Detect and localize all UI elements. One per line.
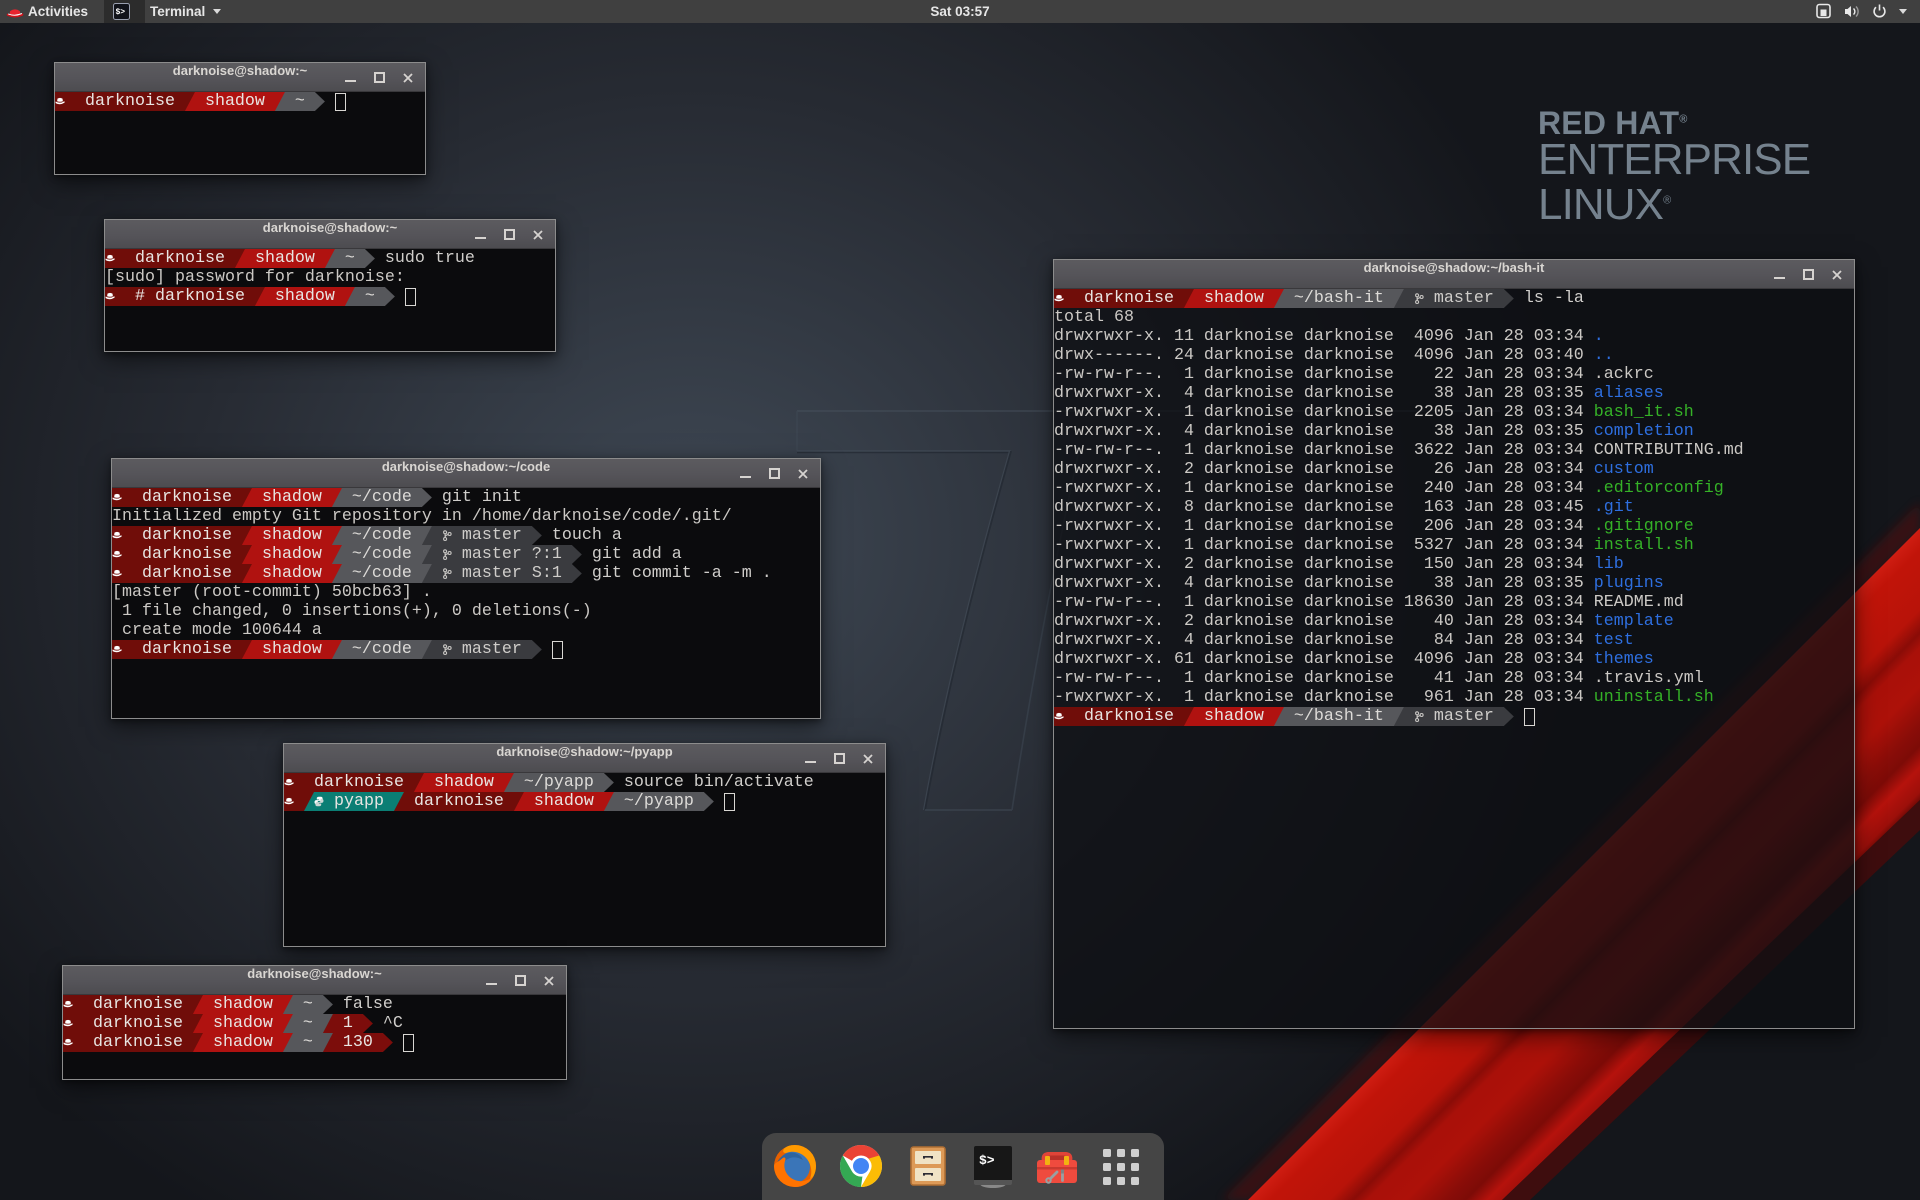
svg-text:$>: $>: [116, 8, 126, 17]
svg-text:$>: $>: [979, 1153, 995, 1168]
